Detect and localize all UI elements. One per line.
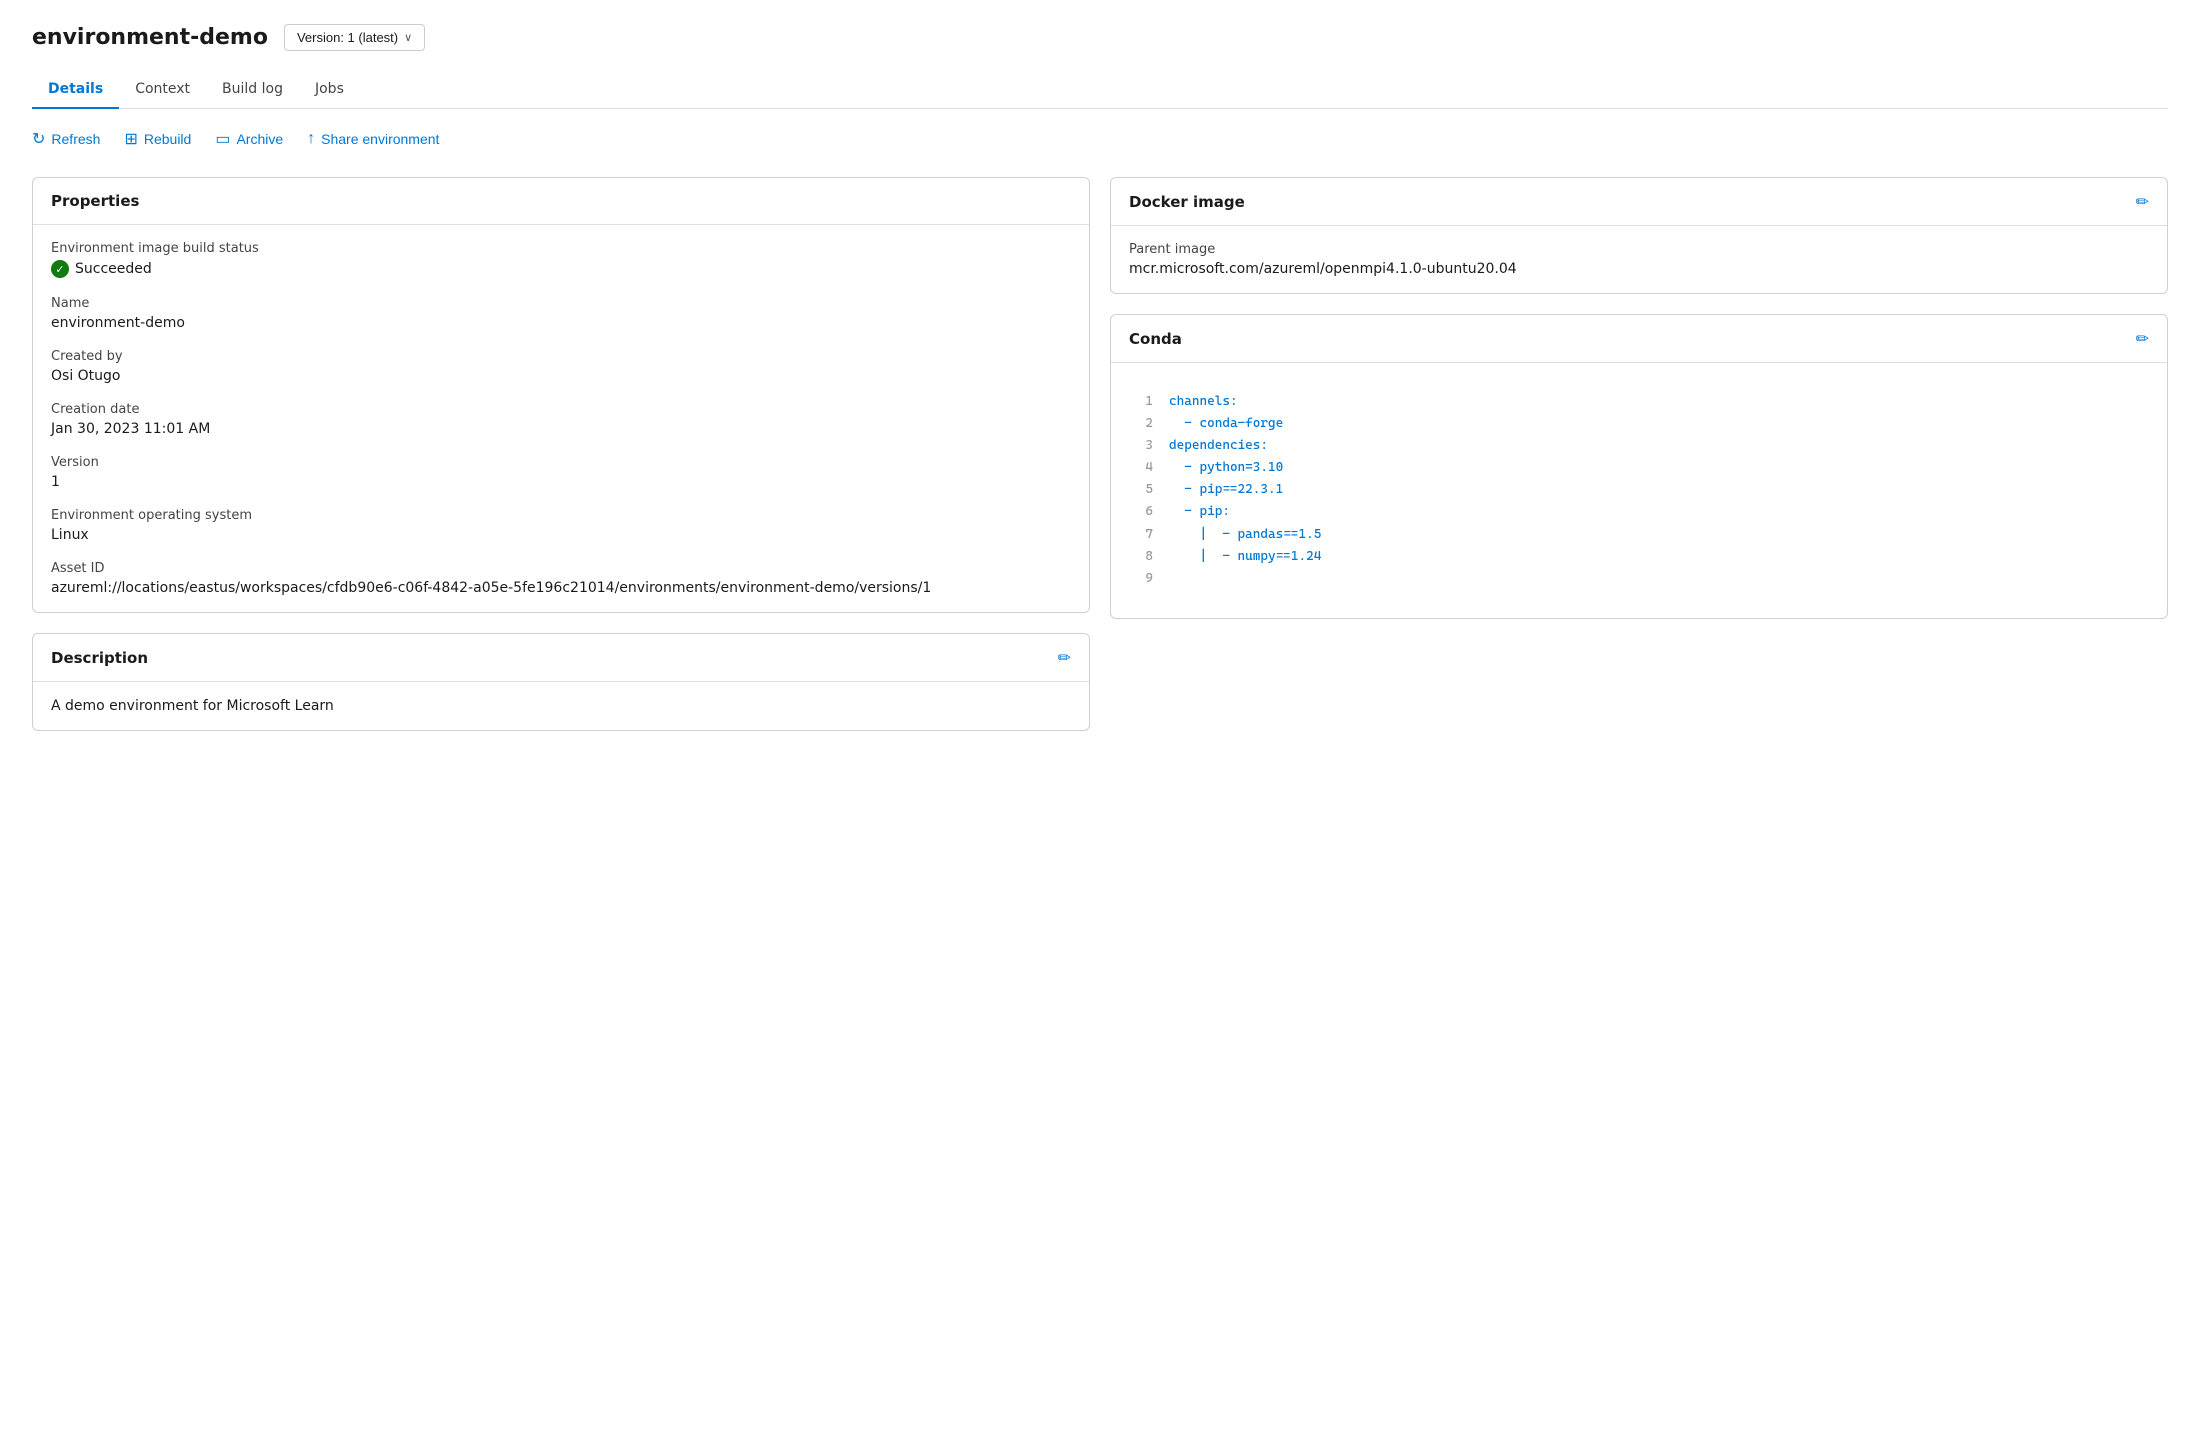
os-value: Linux: [51, 527, 1071, 543]
version-label: Version: 1 (latest): [297, 30, 398, 45]
properties-card-header: Properties: [33, 178, 1089, 225]
description-edit-icon[interactable]: ✏: [1058, 648, 1071, 667]
creation-date-group: Creation date Jan 30, 2023 11:01 AM: [51, 402, 1071, 437]
os-group: Environment operating system Linux: [51, 508, 1071, 543]
created-by-group: Created by Osi Otugo: [51, 349, 1071, 384]
properties-card-body: Environment image build status Succeeded…: [33, 225, 1089, 612]
creation-date-value: Jan 30, 2023 11:01 AM: [51, 421, 1071, 437]
tab-build-log[interactable]: Build log: [206, 71, 299, 109]
tab-details[interactable]: Details: [32, 71, 119, 109]
conda-title: Conda: [1129, 330, 1182, 348]
line-number: 9: [1129, 568, 1169, 590]
tab-jobs[interactable]: Jobs: [299, 71, 360, 109]
archive-button[interactable]: ▭ Archive: [215, 129, 283, 149]
archive-label: Archive: [236, 131, 283, 147]
succeeded-icon: [51, 260, 69, 278]
name-value: environment-demo: [51, 315, 1071, 331]
conda-edit-icon[interactable]: ✏: [2136, 329, 2149, 348]
build-status-text: Succeeded: [75, 261, 152, 277]
description-card-header: Description ✏: [33, 634, 1089, 682]
version-dropdown[interactable]: Version: 1 (latest) ∨: [284, 24, 425, 51]
properties-card: Properties Environment image build statu…: [32, 177, 1090, 613]
build-status-value: Succeeded: [51, 260, 1071, 278]
version-prop-value: 1: [51, 474, 1071, 490]
os-label: Environment operating system: [51, 508, 1071, 523]
archive-icon: ▭: [215, 129, 230, 149]
created-by-value: Osi Otugo: [51, 368, 1071, 384]
code-line: 6 - pip:: [1129, 501, 2149, 523]
docker-title: Docker image: [1129, 193, 1245, 211]
rebuild-icon: ⊞: [124, 129, 137, 149]
line-number: 2: [1129, 413, 1169, 435]
tab-bar: Details Context Build log Jobs: [32, 71, 2168, 109]
description-card: Description ✏ A demo environment for Mic…: [32, 633, 1090, 731]
code-line: 2 - conda-forge: [1129, 413, 2149, 435]
page-header: environment-demo Version: 1 (latest) ∨: [32, 24, 2168, 51]
line-number: 6: [1129, 501, 1169, 523]
description-card-body: A demo environment for Microsoft Learn: [33, 682, 1089, 730]
line-number: 7: [1129, 524, 1169, 546]
name-group: Name environment-demo: [51, 296, 1071, 331]
code-line: 5 - pip==22.3.1: [1129, 479, 2149, 501]
rebuild-label: Rebuild: [144, 131, 191, 147]
line-number: 1: [1129, 391, 1169, 413]
creation-date-label: Creation date: [51, 402, 1071, 417]
share-icon: ↑: [307, 130, 315, 148]
description-title: Description: [51, 649, 148, 667]
page-title: environment-demo: [32, 25, 268, 50]
line-content: - conda-forge: [1169, 413, 1283, 435]
code-line: 3dependencies:: [1129, 435, 2149, 457]
line-content: - pip==22.3.1: [1169, 479, 1283, 501]
chevron-down-icon: ∨: [404, 31, 412, 44]
asset-id-group: Asset ID azureml://locations/eastus/work…: [51, 561, 1071, 596]
main-layout: Properties Environment image build statu…: [32, 177, 2168, 731]
docker-parent-label: Parent image: [1129, 242, 2149, 257]
code-line: 1channels:: [1129, 391, 2149, 413]
line-number: 3: [1129, 435, 1169, 457]
conda-code-block: 1channels:2 - conda-forge3dependencies:4…: [1129, 379, 2149, 602]
asset-id-value: azureml://locations/eastus/workspaces/cf…: [51, 580, 1071, 596]
docker-card-body: Parent image mcr.microsoft.com/azureml/o…: [1111, 226, 2167, 293]
refresh-label: Refresh: [51, 131, 100, 147]
tab-context[interactable]: Context: [119, 71, 206, 109]
created-by-label: Created by: [51, 349, 1071, 364]
refresh-icon: ↻: [32, 129, 45, 149]
asset-id-label: Asset ID: [51, 561, 1071, 576]
line-content: - python=3.10: [1169, 457, 1283, 479]
build-status-group: Environment image build status Succeeded: [51, 241, 1071, 278]
docker-edit-icon[interactable]: ✏: [2136, 192, 2149, 211]
conda-card-header: Conda ✏: [1111, 315, 2167, 363]
share-button[interactable]: ↑ Share environment: [307, 130, 439, 148]
docker-card-header: Docker image ✏: [1111, 178, 2167, 226]
code-line: 7 | - pandas==1.5: [1129, 524, 2149, 546]
line-content: | - pandas==1.5: [1169, 524, 1321, 546]
conda-card: Conda ✏ 1channels:2 - conda-forge3depend…: [1110, 314, 2168, 619]
line-content: channels:: [1169, 391, 1238, 413]
docker-card: Docker image ✏ Parent image mcr.microsof…: [1110, 177, 2168, 294]
version-prop-label: Version: [51, 455, 1071, 470]
build-status-label: Environment image build status: [51, 241, 1071, 256]
description-text: A demo environment for Microsoft Learn: [51, 698, 1071, 714]
docker-parent-value: mcr.microsoft.com/azureml/openmpi4.1.0-u…: [1129, 261, 2149, 277]
code-line: 8 | - numpy==1.24: [1129, 546, 2149, 568]
line-number: 4: [1129, 457, 1169, 479]
toolbar: ↻ Refresh ⊞ Rebuild ▭ Archive ↑ Share en…: [32, 129, 2168, 149]
right-column: Docker image ✏ Parent image mcr.microsof…: [1110, 177, 2168, 619]
properties-title: Properties: [51, 192, 139, 210]
line-content: | - numpy==1.24: [1169, 546, 1321, 568]
rebuild-button[interactable]: ⊞ Rebuild: [124, 129, 191, 149]
left-column: Properties Environment image build statu…: [32, 177, 1090, 731]
refresh-button[interactable]: ↻ Refresh: [32, 129, 100, 149]
line-content: dependencies:: [1169, 435, 1268, 457]
version-group: Version 1: [51, 455, 1071, 490]
share-label: Share environment: [321, 131, 439, 147]
conda-card-body: 1channels:2 - conda-forge3dependencies:4…: [1111, 363, 2167, 618]
line-content: - pip:: [1169, 501, 1230, 523]
line-number: 8: [1129, 546, 1169, 568]
name-label: Name: [51, 296, 1071, 311]
line-number: 5: [1129, 479, 1169, 501]
code-line: 4 - python=3.10: [1129, 457, 2149, 479]
code-line: 9: [1129, 568, 2149, 590]
